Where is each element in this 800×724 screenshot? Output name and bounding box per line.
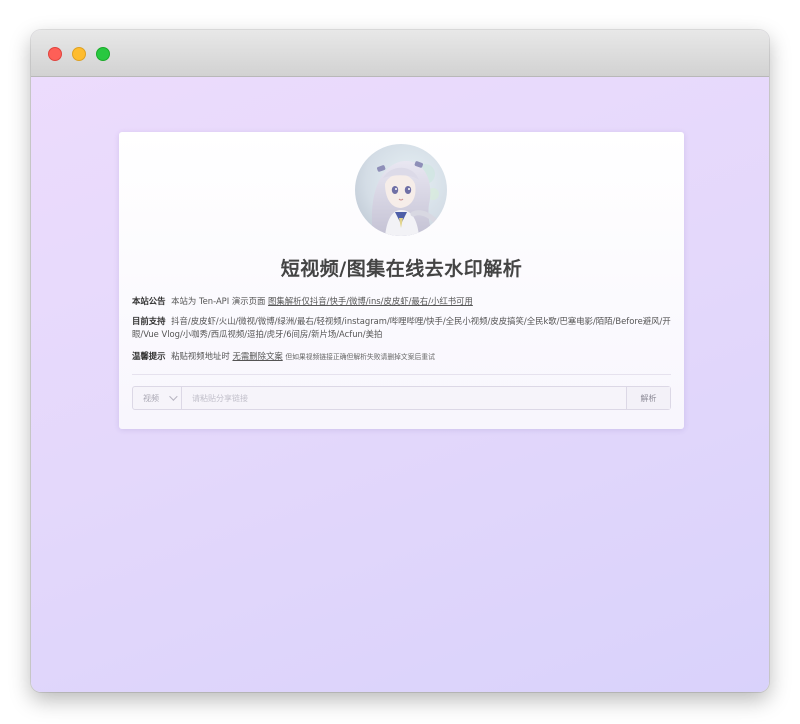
media-type-value: 视频	[143, 393, 159, 403]
avatar-image	[355, 144, 447, 236]
tip-line: 温馨提示 粘贴视频地址时 无需删除文案 但如果视频链接正确但解析失败请删掉文案后…	[132, 350, 672, 364]
support-label: 目前支持	[132, 316, 166, 326]
tip-link[interactable]: 无需删除文案	[232, 351, 282, 361]
search-bar: 视频 解析	[132, 386, 671, 410]
notice-line: 本站公告 本站为 Ten-API 演示页面 图集解析仅抖音/快手/微博/ins/…	[132, 295, 672, 308]
share-link-input[interactable]	[182, 387, 626, 409]
notice-text: 本站为 Ten-API 演示页面	[171, 296, 266, 306]
window-titlebar	[31, 30, 769, 77]
chevron-down-icon	[169, 392, 178, 401]
browser-window: 短视频/图集在线去水印解析 本站公告 本站为 Ten-API 演示页面 图集解析…	[31, 30, 769, 692]
tip-label: 温馨提示	[132, 351, 166, 361]
minimize-window-button[interactable]	[72, 47, 86, 61]
tip-small-text: 但如果视频链接正确但解析失败请删掉文案后重试	[285, 353, 435, 361]
maximize-window-button[interactable]	[96, 47, 110, 61]
support-text-line2: 眼/Vue Vlog/小咖秀/西瓜视频/逗拍/虎牙/6间房/新片场/Acfun/…	[132, 329, 383, 339]
parser-card: 短视频/图集在线去水印解析 本站公告 本站为 Ten-API 演示页面 图集解析…	[119, 132, 684, 429]
close-window-button[interactable]	[48, 47, 62, 61]
parse-button[interactable]: 解析	[626, 387, 670, 409]
media-type-select[interactable]: 视频	[133, 387, 182, 409]
divider	[132, 374, 671, 375]
tip-text: 粘贴视频地址时	[171, 351, 230, 361]
notice-link[interactable]: 图集解析仅抖音/快手/微博/ins/皮皮虾/最右/小红书可用	[268, 296, 473, 306]
page-title: 短视频/图集在线去水印解析	[280, 258, 523, 280]
support-line: 目前支持 抖音/皮皮虾/火山/微视/微博/绿洲/最右/轻视频/instagram…	[132, 315, 672, 341]
notice-label: 本站公告	[132, 296, 166, 306]
support-text-line1: 抖音/皮皮虾/火山/微视/微博/绿洲/最右/轻视频/instagram/哔哩哔哩…	[171, 316, 671, 326]
